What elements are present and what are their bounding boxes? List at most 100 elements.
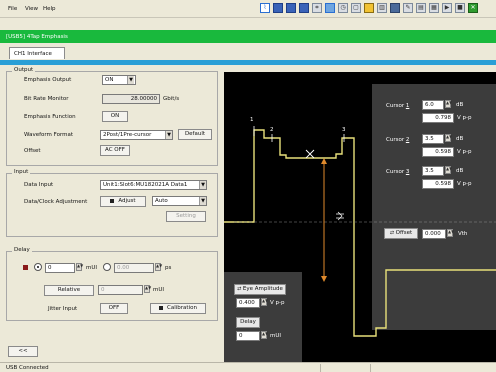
chevron-down-icon[interactable]: ▼ — [165, 131, 172, 139]
history-icon[interactable]: ◷ — [338, 3, 348, 13]
cursor-1-input[interactable]: 6.0 — [422, 100, 444, 110]
cursor-2-index: 2 — [405, 137, 410, 143]
crosshair-icon — [305, 149, 315, 159]
default-button-label: Default — [184, 131, 206, 137]
delay-button[interactable]: Delay — [236, 317, 260, 328]
offset-input[interactable]: 0.000 — [422, 229, 446, 239]
cursor-1-prefix: Cursor — [386, 103, 406, 109]
emphasis-function-value: ON — [110, 113, 120, 119]
chevron-down-icon[interactable]: ▼ — [127, 76, 134, 84]
relative-input[interactable]: 0 — [98, 285, 143, 295]
jitter-input-value: OFF — [108, 305, 120, 311]
waveform-blue-icon[interactable] — [325, 3, 335, 13]
offset-button[interactable]: AC OFF — [100, 145, 130, 156]
adjust-button-label: Adjust — [118, 198, 136, 204]
relative-value: 0 — [101, 287, 105, 293]
bit-rate-label: Bit Rate Monitor — [24, 96, 69, 102]
radio-ps[interactable] — [103, 263, 111, 271]
data-input-value: Unit1:Slot6:MU182021A Data1 — [103, 182, 188, 188]
dashboard-icon[interactable]: ▦ — [429, 3, 439, 13]
stepper-icon[interactable]: ▲▼ — [447, 229, 454, 237]
stepper-icon[interactable]: ▲▼ — [261, 298, 268, 306]
menu-view[interactable]: View — [25, 5, 38, 13]
table-icon[interactable] — [299, 3, 309, 13]
waveform-icon[interactable]: ⌇ — [260, 3, 270, 13]
relative-button[interactable]: Relative — [44, 285, 94, 296]
jitter-input-button[interactable]: OFF — [100, 303, 128, 314]
cursor-3-unit: dB — [456, 168, 464, 174]
stepper-icon[interactable]: ▲▼ — [155, 263, 162, 271]
default-button[interactable]: Default — [178, 129, 212, 140]
waveform-format-label: Waveform Format — [24, 132, 74, 138]
calibration-button[interactable]: Calibration — [150, 303, 206, 314]
print-icon[interactable]: ▤ — [416, 3, 426, 13]
stepper-icon[interactable]: ▲▼ — [445, 166, 452, 174]
cursor-2-unit: dB — [456, 136, 464, 142]
stop-icon[interactable]: ■ — [455, 3, 465, 13]
emphasis-function-button[interactable]: ON — [102, 111, 128, 122]
waveform-format-value: 2Post/1Pre-cursor — [103, 132, 152, 138]
tab-ch1-interface[interactable]: CH1 Interface — [9, 47, 65, 59]
chevron-down-icon[interactable]: ▼ — [199, 181, 206, 189]
cursor-3-input[interactable]: 3.5 — [422, 166, 444, 176]
window-title: [USB5] 4Tap Emphasis — [6, 34, 68, 40]
delay-ps-input[interactable]: 0.00 — [114, 263, 154, 273]
waveform-format-select[interactable]: 2Post/1Pre-cursor — [100, 130, 173, 140]
view-list-icon[interactable] — [273, 3, 283, 13]
tool-icon[interactable] — [364, 3, 374, 13]
menu-help[interactable]: Help — [43, 5, 56, 13]
input-group-title: Input — [12, 169, 31, 175]
edit-icon[interactable] — [390, 3, 400, 13]
toolbar: ⌇ ⌗ ◷ ▢ ▥ ✎ ▤ ▦ ▶ ■ ✕ — [258, 0, 496, 18]
cursor-marker-3[interactable]: 3 — [342, 126, 346, 134]
menu-file[interactable]: File — [8, 5, 17, 13]
auto-value: Auto — [155, 198, 168, 204]
delay-mui-value: 0 — [48, 265, 52, 271]
indicator-icon — [159, 305, 164, 310]
offset-marker-icon — [336, 211, 344, 221]
offset-toggle-label: Offset — [395, 230, 413, 236]
cursor-2-vpp: 0.598 — [422, 147, 454, 157]
brush-icon[interactable]: ✎ — [403, 3, 413, 13]
cursor-3-vpp-value: 0.598 — [435, 181, 451, 187]
cursor-marker-2[interactable]: 2 — [270, 126, 274, 134]
cursor-1-vpp-unit: V p-p — [457, 115, 472, 121]
stepper-icon[interactable]: ▲▼ — [445, 134, 452, 142]
stepper-icon[interactable]: ▲▼ — [445, 100, 452, 108]
cursor-2-label: Cursor 2 — [386, 136, 409, 144]
stepper-icon[interactable]: ▲▼ — [144, 285, 151, 293]
cursor-3-prefix: Cursor — [386, 169, 406, 175]
delay-mui-input[interactable]: 0 — [45, 263, 75, 273]
exit-icon[interactable]: ✕ — [468, 3, 478, 13]
chart-icon[interactable]: ⌗ — [312, 3, 322, 13]
data-input-select[interactable]: Unit1:Slot6:MU182021A Data1 — [100, 180, 207, 190]
eye-amplitude-button[interactable]: ⇄ Eye Amplitude — [234, 284, 286, 295]
cursor-2-input[interactable]: 3.5 — [422, 134, 444, 144]
wave-delay-input[interactable]: 0 — [236, 331, 260, 341]
window-icon[interactable]: ▢ — [351, 3, 361, 13]
play-icon[interactable]: ▶ — [442, 3, 452, 13]
cursor-3-vpp: 0.598 — [422, 179, 454, 189]
cursor-1-vpp-value: 0.798 — [435, 115, 451, 121]
adjust-button[interactable]: Adjust — [100, 196, 146, 207]
indicator-icon — [110, 198, 115, 203]
emphasis-output-value: ON — [105, 77, 114, 83]
status-divider — [370, 364, 371, 372]
stepper-icon[interactable]: ▲▼ — [76, 263, 83, 271]
bit-rate-unit: Gbit/s — [163, 96, 180, 102]
delay-mui-unit: mUI — [86, 265, 98, 271]
jitter-input-label: Jitter Input — [48, 306, 78, 312]
stepper-icon[interactable]: ▲▼ — [261, 331, 268, 339]
offset-toggle-button[interactable]: ⇄ Offset — [384, 228, 418, 239]
radio-mui[interactable] — [34, 263, 42, 271]
eye-amplitude-unit: V p-p — [270, 300, 285, 306]
eye-amplitude-input[interactable]: 0.400 — [236, 298, 260, 308]
chevron-down-icon[interactable]: ▼ — [199, 197, 206, 205]
collapse-button[interactable]: << — [8, 346, 38, 357]
setting-button[interactable]: Setting — [166, 211, 206, 222]
grid-icon[interactable] — [286, 3, 296, 13]
cursor-marker-1[interactable]: 1 — [250, 116, 254, 124]
bar-chart-icon[interactable]: ▥ — [377, 3, 387, 13]
emphasis-output-label: Emphasis Output — [24, 77, 72, 83]
status-text: USB Connected — [6, 365, 49, 371]
